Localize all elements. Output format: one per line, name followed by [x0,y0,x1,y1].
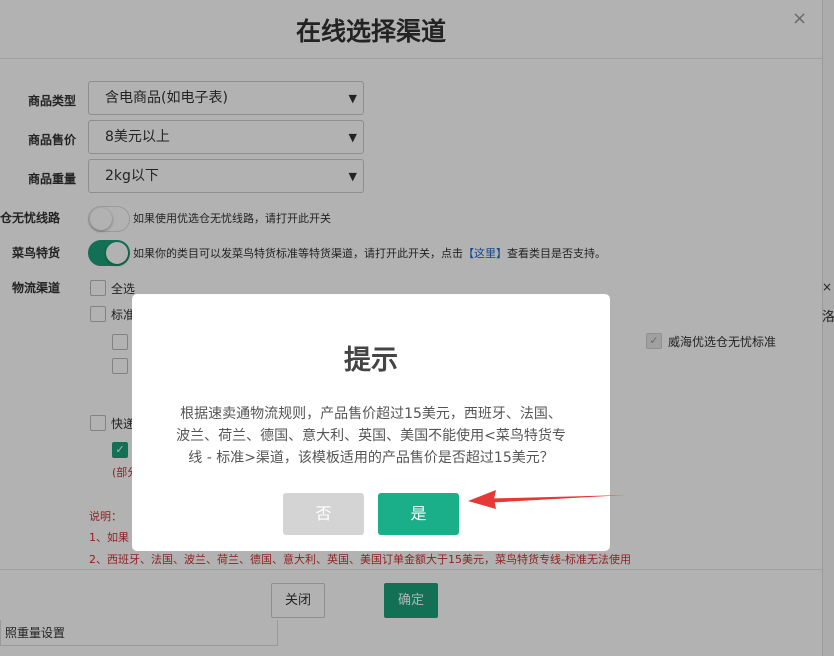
modal-message-line: 波兰、荷兰、德国、意大利、英国、美国不能使用<菜鸟特货专 [176,428,566,444]
confirm-modal: 提示 根据速卖通物流规则，产品售价超过15美元，西班牙、法国、 波兰、荷兰、德国… [132,294,610,551]
arrow-head [468,490,496,509]
yes-button[interactable]: 是 [378,493,459,535]
modal-title: 提示 [344,345,398,376]
arrow-shaft [492,495,626,503]
modal-message: 根据速卖通物流规则，产品售价超过15美元，西班牙、法国、 波兰、荷兰、德国、意大… [150,403,592,469]
modal-message-line: 线 - 标准>渠道，该模板适用的产品售价是否超过15美元？ [188,450,554,466]
no-button[interactable]: 否 [283,493,364,535]
red-arrow-icon [468,490,626,509]
modal-message-line: 根据速卖通物流规则，产品售价超过15美元，西班牙、法国、 [180,406,562,422]
